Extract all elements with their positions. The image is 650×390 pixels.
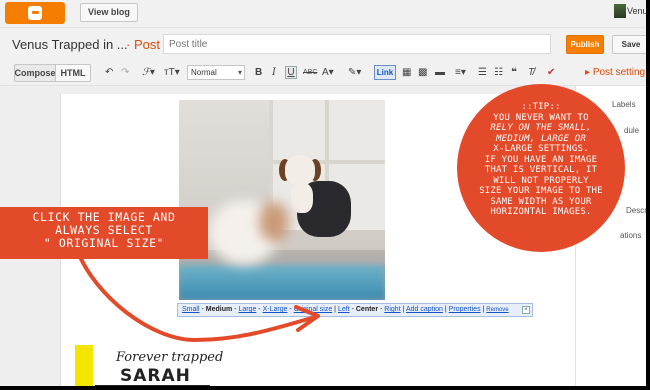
bold-icon[interactable]: B: [255, 67, 262, 79]
view-blog-button[interactable]: View blog: [80, 3, 138, 22]
post-label: · Post: [126, 37, 160, 52]
align-left-link[interactable]: Left: [338, 306, 350, 313]
tip-line: YOU NEVER WANT TO: [493, 112, 589, 123]
tip-line: SIZE YOUR IMAGE TO THE: [479, 186, 603, 196]
remove-link[interactable]: Remove: [486, 307, 508, 313]
tab-compose[interactable]: Compose: [14, 64, 56, 82]
image-icon[interactable]: ▦: [402, 67, 411, 79]
sidebar-item-search-description[interactable]: Descr: [626, 206, 646, 215]
size-medium-option[interactable]: Medium: [206, 306, 232, 313]
yellow-accent-bar: [75, 345, 93, 386]
tip-heading: ::TIP::: [521, 102, 561, 112]
properties-link[interactable]: Properties: [449, 306, 481, 313]
banner-line: " ORIGINAL SIZE": [43, 236, 165, 250]
size-xlarge-link[interactable]: X-Large: [263, 306, 288, 313]
italic-icon[interactable]: I: [272, 67, 276, 79]
format-select[interactable]: Normal: [187, 65, 245, 80]
align-right-link[interactable]: Right: [384, 306, 400, 313]
close-icon[interactable]: ×: [522, 306, 530, 314]
dog-head: [285, 155, 315, 185]
sidebar-item-schedule[interactable]: dule: [624, 126, 639, 135]
font-size-icon[interactable]: ᴛT▾: [164, 67, 180, 79]
tip-line: HORIZONTAL IMAGES.: [490, 207, 592, 217]
size-small-link[interactable]: Small: [182, 306, 200, 313]
dog-ear: [259, 202, 289, 242]
blogger-b-icon: [28, 6, 42, 20]
image-size-toolbar: Small - Medium - Large - X-Large - Origi…: [177, 303, 533, 317]
tab-html[interactable]: HTML: [56, 64, 91, 82]
tip-line: THAT IS VERTICAL, IT: [484, 165, 598, 175]
size-large-link[interactable]: Large: [238, 306, 256, 313]
clear-formatting-icon[interactable]: T̸: [528, 67, 534, 79]
tip-line: IF YOU HAVE AN IMAGE: [484, 154, 598, 165]
underline-icon[interactable]: U: [285, 66, 297, 79]
post-title-input[interactable]: [163, 34, 551, 54]
script-title: Forever trapped: [116, 350, 224, 365]
blogger-logo[interactable]: [5, 2, 65, 24]
strikethrough-icon[interactable]: ABC: [303, 67, 317, 79]
tip-line: SAME WIDTH AS YOUR: [490, 196, 592, 207]
save-button[interactable]: Save: [612, 35, 646, 54]
quote-icon[interactable]: ❝: [511, 67, 517, 79]
post-header: Venus Trapped in ... · Post Publish Save: [0, 28, 646, 60]
avatar[interactable]: [614, 4, 626, 18]
publish-button[interactable]: Publish: [566, 35, 604, 54]
spellcheck-icon[interactable]: ✔: [547, 67, 555, 79]
tip-line: X-LARGE SETTINGS.: [493, 144, 589, 154]
editor-toolbar: Compose HTML ↶ ↷ ℱ▾ ᴛT▾ Normal B I U ABC…: [0, 60, 646, 86]
numbered-list-icon[interactable]: ☰: [478, 67, 487, 79]
top-bar: View blog Venus: [0, 0, 646, 28]
size-original-link[interactable]: Original size: [294, 306, 333, 313]
post-settings-label: Post setting: [592, 67, 646, 78]
post-settings-header[interactable]: ▸ Post setting: [585, 67, 645, 78]
tip-line: RELY ON THE SMALL,: [490, 123, 592, 133]
blog-title[interactable]: Venus Trapped in ...: [12, 37, 128, 52]
redo-icon[interactable]: ↷: [121, 67, 129, 79]
name-title: SARAH: [120, 366, 191, 386]
tip-line: WILL NOT PROPERLY: [493, 175, 589, 186]
undo-icon[interactable]: ↶: [105, 67, 113, 79]
screenshot-frame: View blog Venus Venus Trapped in ... · P…: [0, 0, 650, 390]
sidebar-item-options[interactable]: ations: [620, 231, 641, 240]
post-image[interactable]: [179, 100, 385, 300]
bulleted-list-icon[interactable]: ☷: [494, 67, 503, 79]
jump-break-icon[interactable]: ▬: [435, 67, 445, 79]
link-button[interactable]: Link: [374, 65, 396, 80]
video-icon[interactable]: ▩: [418, 67, 427, 79]
align-center-option[interactable]: Center: [356, 306, 378, 313]
tip-line: MEDIUM, LARGE OR: [496, 133, 586, 144]
tip-callout: ::TIP:: YOU NEVER WANT TO RELY ON THE SM…: [457, 84, 625, 252]
highlight-icon[interactable]: ✎▾: [348, 67, 361, 79]
divider: [95, 385, 210, 386]
text-color-icon[interactable]: A▾: [322, 67, 334, 79]
font-family-icon[interactable]: ℱ▾: [142, 67, 155, 79]
align-icon[interactable]: ≡▾: [455, 67, 466, 79]
instruction-banner: CLICK THE IMAGE AND ALWAYS SELECT " ORIG…: [0, 207, 208, 259]
user-name[interactable]: Venus: [627, 6, 646, 16]
add-caption-link[interactable]: Add caption: [406, 306, 443, 313]
